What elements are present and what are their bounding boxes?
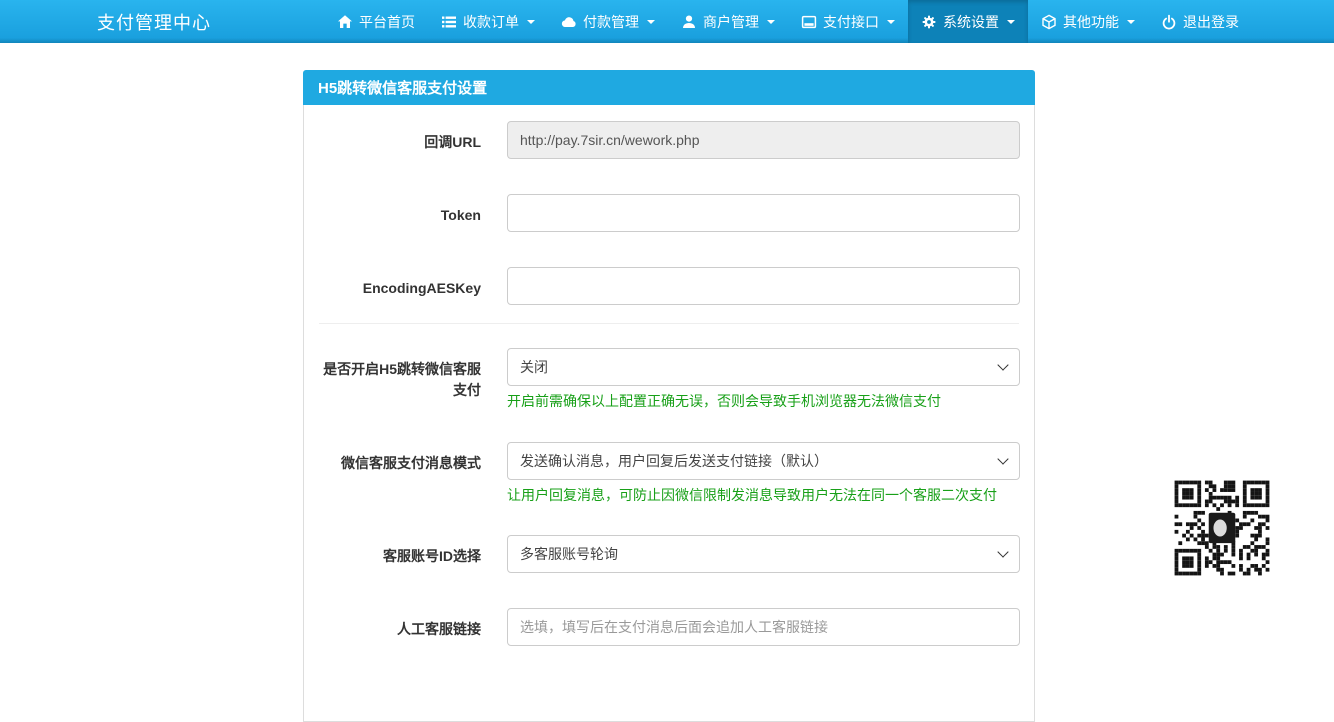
cloud-icon <box>561 14 577 30</box>
callback-url-field[interactable] <box>507 121 1020 159</box>
chevron-down-icon <box>527 20 535 24</box>
nav-item-label: 商户管理 <box>703 12 759 32</box>
brand-title[interactable]: 支付管理中心 <box>82 0 226 43</box>
chevron-down-icon <box>1127 20 1135 24</box>
nav-item-label: 其他功能 <box>1063 12 1119 32</box>
cube-icon <box>1041 14 1057 30</box>
home-icon <box>337 14 353 30</box>
nav-item-receive-orders[interactable]: 收款订单 <box>428 0 548 43</box>
nav-item-platform-home[interactable]: 平台首页 <box>324 0 428 43</box>
list-icon <box>441 14 457 30</box>
msg-mode-select[interactable]: 发送确认消息，用户回复后发送支付链接（默认） <box>507 442 1020 480</box>
manual-kf-field[interactable] <box>507 608 1020 646</box>
manual-kf-row: 人工客服链接 <box>319 608 1019 646</box>
callback-url-label: 回调URL <box>319 121 481 153</box>
aes-key-label: EncodingAESKey <box>319 267 481 299</box>
section-divider <box>319 323 1019 324</box>
h5-enable-row: 是否开启H5跳转微信客服支付 关闭 开启前需确保以上配置正确无误，否则会导致手机… <box>319 348 1019 412</box>
settings-panel: H5跳转微信客服支付设置 回调URL Token EncodingAESKey … <box>303 70 1035 722</box>
nav-item-logout[interactable]: 退出登录 <box>1148 0 1252 43</box>
h5-enable-select[interactable]: 关闭 <box>507 348 1020 386</box>
msg-mode-help: 让用户回复消息，可防止因微信限制发消息导致用户无法在同一个客服二次支付 <box>507 486 1020 506</box>
nav-item-label: 支付接口 <box>823 12 879 32</box>
nav-item-label: 付款管理 <box>583 12 639 32</box>
chevron-down-icon <box>767 20 775 24</box>
chevron-down-icon <box>887 20 895 24</box>
h5-enable-label: 是否开启H5跳转微信客服支付 <box>319 348 481 401</box>
kf-account-select-wrap: 多客服账号轮询 <box>507 535 1020 573</box>
power-icon <box>1161 14 1177 30</box>
panel-body: 回调URL Token EncodingAESKey 是否开启H5跳转微信客服支… <box>303 105 1035 722</box>
h5-enable-help: 开启前需确保以上配置正确无误，否则会导致手机浏览器无法微信支付 <box>507 392 1020 412</box>
aes-key-row: EncodingAESKey <box>319 267 1019 305</box>
user-icon <box>681 14 697 30</box>
nav-item-merchant-management[interactable]: 商户管理 <box>668 0 788 43</box>
nav-item-payout-management[interactable]: 付款管理 <box>548 0 668 43</box>
token-field[interactable] <box>507 194 1020 232</box>
panel-title: H5跳转微信客服支付设置 <box>303 70 1035 105</box>
gear-icon <box>921 14 937 30</box>
msg-mode-row: 微信客服支付消息模式 发送确认消息，用户回复后发送支付链接（默认） 让用户回复消… <box>319 442 1019 506</box>
chevron-down-icon <box>647 20 655 24</box>
chevron-down-icon <box>1007 20 1015 24</box>
top-navbar: 支付管理中心 平台首页 收款订单 付款管理 <box>0 0 1334 43</box>
customer-service-qr-code <box>1167 473 1277 583</box>
nav-item-label: 平台首页 <box>359 12 415 32</box>
callback-url-row: 回调URL <box>319 121 1019 159</box>
kf-account-select[interactable]: 多客服账号轮询 <box>507 535 1020 573</box>
qr-code-image <box>1167 473 1277 583</box>
nav-item-label: 系统设置 <box>943 12 999 32</box>
msg-mode-label: 微信客服支付消息模式 <box>319 442 481 474</box>
msg-mode-select-wrap: 发送确认消息，用户回复后发送支付链接（默认） <box>507 442 1020 480</box>
token-row: Token <box>319 194 1019 232</box>
window-icon <box>801 14 817 30</box>
nav-item-label: 退出登录 <box>1183 12 1239 32</box>
kf-account-row: 客服账号ID选择 多客服账号轮询 <box>319 535 1019 573</box>
token-label: Token <box>319 194 481 226</box>
kf-account-label: 客服账号ID选择 <box>319 535 481 567</box>
nav-item-payment-interface[interactable]: 支付接口 <box>788 0 908 43</box>
nav-item-other-functions[interactable]: 其他功能 <box>1028 0 1148 43</box>
nav-item-label: 收款订单 <box>463 12 519 32</box>
main-nav: 平台首页 收款订单 付款管理 商户管理 <box>324 0 1252 43</box>
aes-key-field[interactable] <box>507 267 1020 305</box>
h5-enable-select-wrap: 关闭 <box>507 348 1020 386</box>
nav-item-system-settings[interactable]: 系统设置 <box>908 0 1028 43</box>
manual-kf-label: 人工客服链接 <box>319 608 481 640</box>
